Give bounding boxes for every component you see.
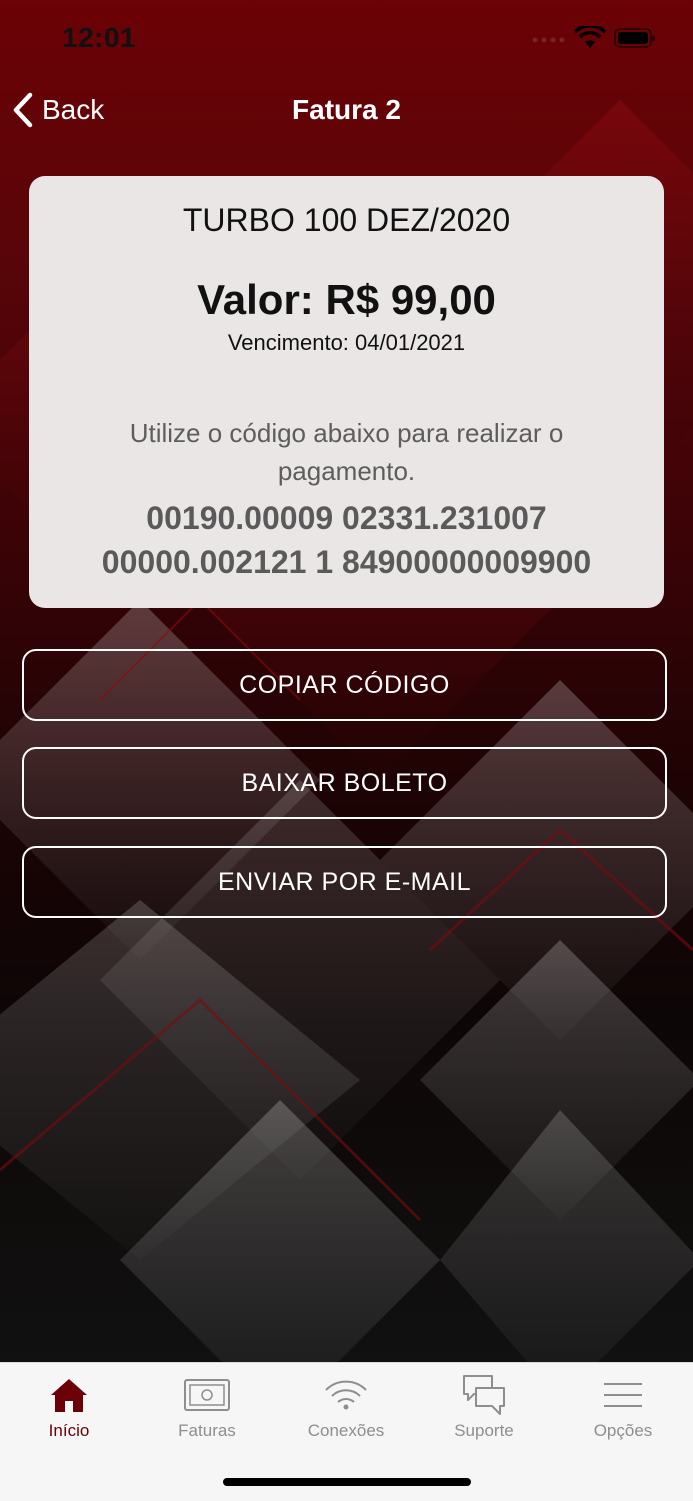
tab-label: Conexões (307, 1421, 385, 1440)
navigation-bar: Back Fatura 2 (0, 80, 693, 140)
payment-instruction: Utilize o código abaixo para realizar o … (129, 418, 564, 486)
barcode-number: 00190.00009 02331.231007 00000.002121 1 … (101, 500, 592, 580)
download-boleto-button[interactable]: BAIXAR BOLETO (22, 747, 667, 819)
tab-inicio[interactable]: Início (0, 1363, 138, 1453)
tab-label: Opções (593, 1421, 653, 1440)
due-date: Vencimento: 04/01/2021 (227, 330, 466, 355)
cellular-signal-icon (532, 37, 565, 43)
copy-code-button[interactable]: COPIAR CÓDIGO (22, 649, 667, 721)
tab-label: Início (48, 1421, 90, 1440)
status-bar: 12:01 (0, 0, 693, 78)
plan-name: TURBO 100 DEZ/2020 (182, 202, 511, 238)
tab-faturas[interactable]: Faturas (138, 1363, 276, 1453)
tab-label: Faturas (178, 1421, 236, 1440)
tab-conexoes[interactable]: Conexões (277, 1363, 415, 1453)
tab-opcoes[interactable]: Opções (554, 1363, 692, 1453)
wifi-status-icon (574, 26, 606, 48)
tab-suporte[interactable]: Suporte (415, 1363, 553, 1453)
menu-icon (604, 1383, 642, 1407)
send-email-button[interactable]: ENVIAR POR E-MAIL (22, 846, 667, 918)
battery-icon (614, 28, 655, 48)
wifi-icon (325, 1380, 367, 1410)
invoice-icon (184, 1379, 230, 1411)
home-indicator (223, 1478, 471, 1486)
chat-icon (463, 1375, 505, 1415)
tab-label: Suporte (454, 1421, 514, 1440)
page-title: Fatura 2 (292, 94, 401, 125)
invoice-card: TURBO 100 DEZ/2020 Valor: R$ 99,00 Venci… (29, 176, 664, 608)
status-time: 12:01 (62, 22, 137, 53)
invoice-amount: Valor: R$ 99,00 (197, 276, 496, 323)
home-icon (51, 1379, 87, 1412)
